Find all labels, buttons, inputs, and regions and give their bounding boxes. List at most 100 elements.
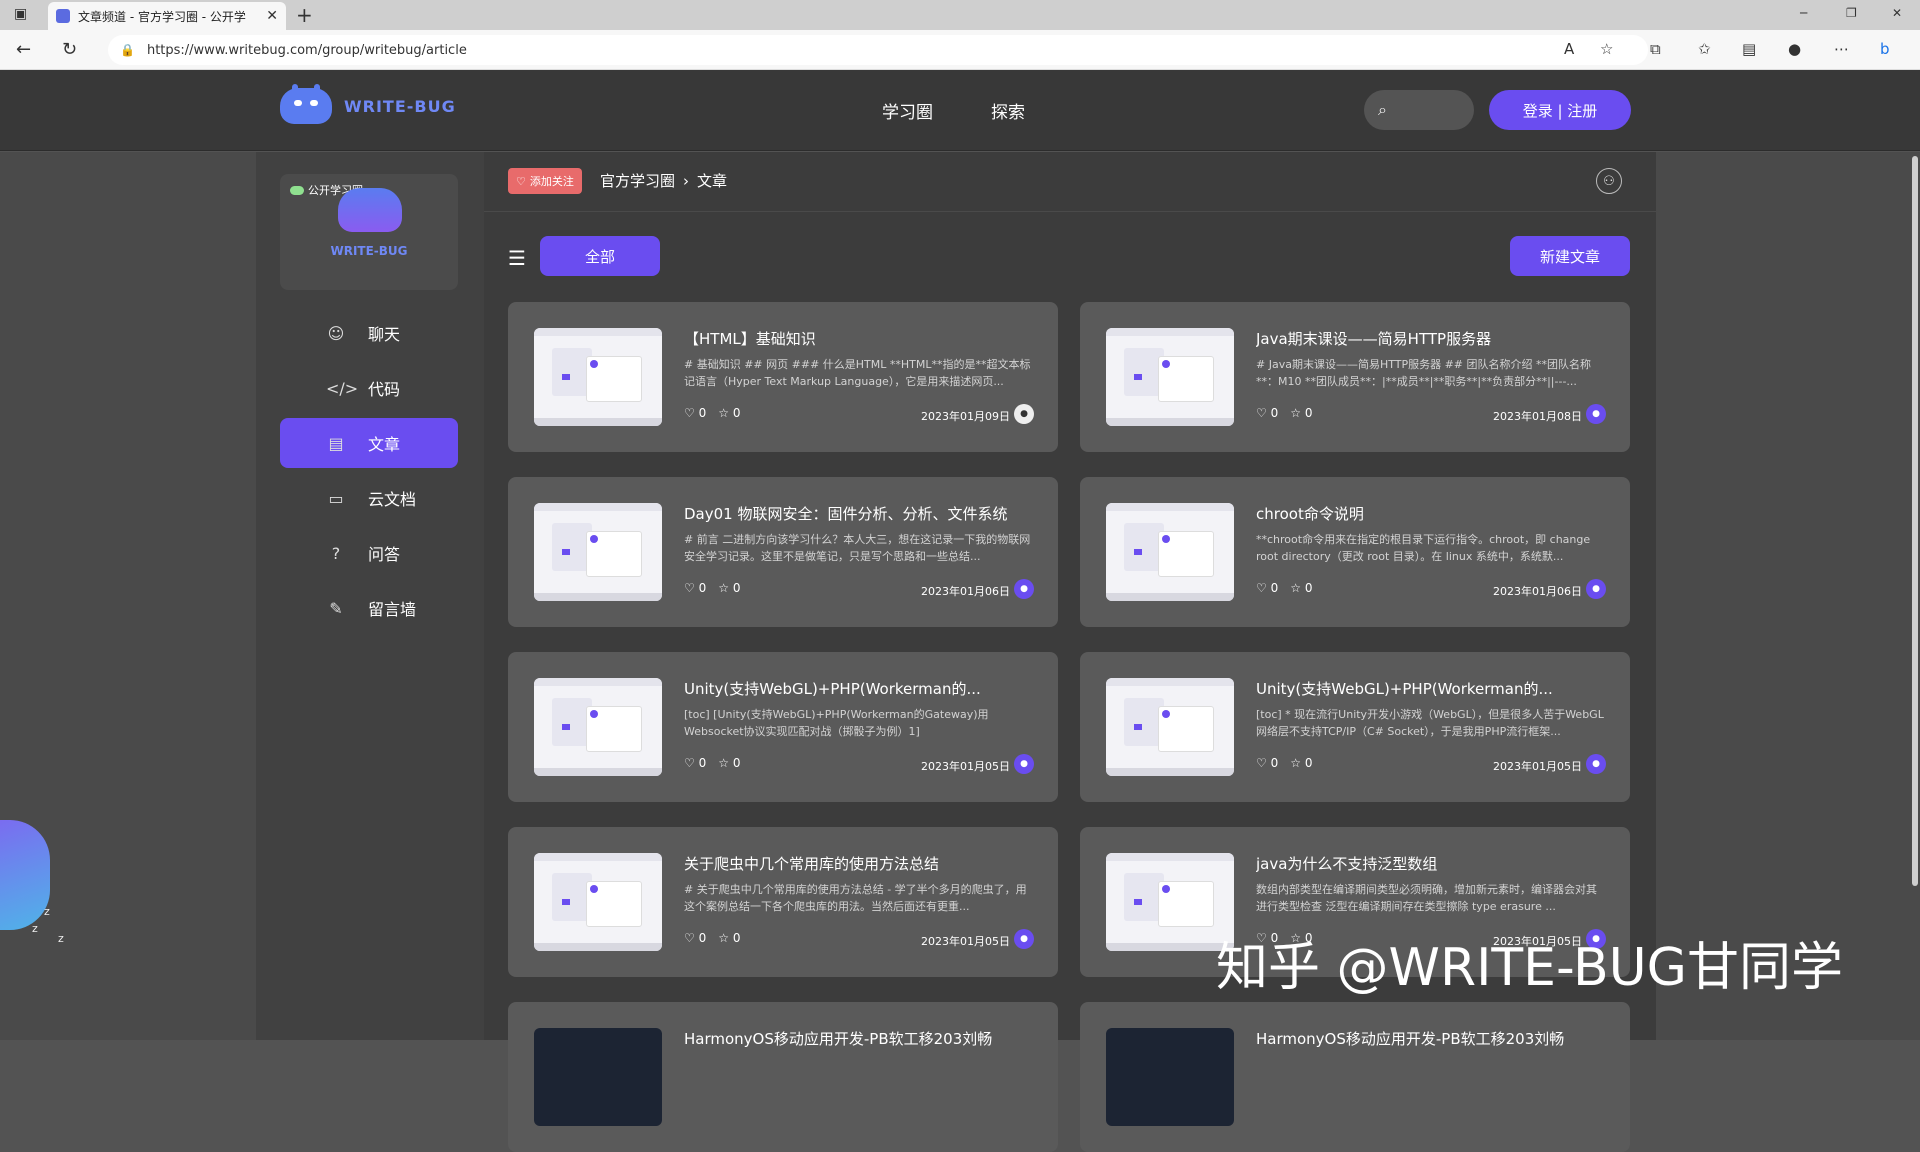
article-title[interactable]: 【HTML】基础知识 (684, 328, 1034, 349)
author-avatar[interactable]: ● (1014, 754, 1034, 774)
article-card[interactable]: Unity(支持WebGL)+PHP(Workerman的...[toc] * … (1080, 652, 1630, 802)
sidebar-item-chat[interactable]: ☺ 聊天 (280, 308, 458, 358)
lock-icon: 🔒 (120, 43, 135, 57)
article-title[interactable]: Java期末课设——简易HTTP服务器 (1256, 328, 1606, 349)
article-title[interactable]: chroot命令说明 (1256, 503, 1606, 524)
star-button[interactable]: ☆ 0 (718, 931, 740, 945)
like-button[interactable]: ♡ 0 (684, 581, 706, 595)
like-button[interactable]: ♡ 0 (684, 756, 706, 770)
nav-learning-circle[interactable]: 学习圈 (882, 98, 933, 123)
author-avatar[interactable]: ● (1586, 404, 1606, 424)
refresh-icon[interactable]: ↻ (62, 39, 77, 60)
article-title[interactable]: 关于爬虫中几个常用库的使用方法总结 (684, 853, 1034, 874)
article-thumbnail[interactable] (534, 678, 662, 776)
new-article-button[interactable]: 新建文章 (1510, 236, 1630, 276)
scrollbar[interactable] (1910, 152, 1920, 1040)
profile-icon[interactable]: ● (1788, 40, 1801, 58)
article-thumbnail[interactable] (534, 503, 662, 601)
sidebar-item-qa[interactable]: ? 问答 (280, 528, 458, 578)
search-button[interactable]: ⌕ (1364, 90, 1474, 130)
author-avatar[interactable]: ● (1586, 579, 1606, 599)
back-icon[interactable]: ← (16, 39, 31, 60)
group-card[interactable]: 公开学习圈 WRITE-BUG (280, 174, 458, 290)
author-avatar[interactable]: ● (1014, 929, 1034, 949)
favorites-icon[interactable]: ✩ (1698, 40, 1711, 58)
article-thumbnail[interactable] (534, 1028, 662, 1126)
window-close-icon[interactable]: ✕ (1892, 6, 1902, 20)
author-avatar[interactable]: ● (1014, 579, 1034, 599)
article-card[interactable]: 【HTML】基础知识# 基础知识 ## 网页 ### 什么是HTML **HTM… (508, 302, 1058, 452)
sidebar-item-cloud-docs[interactable]: ▭ 云文档 (280, 473, 458, 523)
menu-icon[interactable]: ☰ (508, 246, 526, 270)
article-card[interactable]: 关于爬虫中几个常用库的使用方法总结# 关于爬虫中几个常用库的使用方法总结 - 学… (508, 827, 1058, 977)
author-avatar[interactable]: ● (1586, 754, 1606, 774)
article-thumbnail[interactable] (1106, 678, 1234, 776)
favorite-add-icon[interactable]: ☆ (1600, 40, 1613, 58)
article-thumbnail[interactable] (1106, 1028, 1234, 1126)
star-button[interactable]: ☆ 0 (718, 581, 740, 595)
article-card[interactable]: HarmonyOS移动应用开发-PB软工移203刘畅 (508, 1002, 1058, 1152)
collections-icon[interactable]: ▤ (1742, 40, 1756, 58)
avatar-icon: ● (1020, 584, 1028, 594)
restore-icon[interactable]: ❐ (1846, 6, 1857, 20)
article-card[interactable]: HarmonyOS移动应用开发-PB软工移203刘畅 (1080, 1002, 1630, 1152)
browser-tab[interactable]: 文章频道 - 官方学习圈 - 公开学 ✕ (48, 2, 286, 30)
user-icon[interactable]: ⚇ (1596, 168, 1622, 194)
site-logo[interactable]: WRITE-BUG (280, 88, 456, 124)
like-button[interactable]: ♡ 0 (684, 406, 706, 420)
article-title[interactable]: java为什么不支持泛型数组 (1256, 853, 1606, 874)
article-thumbnail[interactable] (534, 853, 662, 951)
sidebar-item-message-wall[interactable]: ✎ 留言墙 (280, 583, 458, 633)
sidebar-item-label: 留言墙 (368, 596, 416, 620)
sidebar-item-label: 问答 (368, 541, 400, 565)
login-register-button[interactable]: 登录 | 注册 (1489, 90, 1631, 130)
nav-explore[interactable]: 探索 (991, 98, 1025, 123)
author-avatar[interactable]: ● (1014, 404, 1034, 424)
article-card[interactable]: Unity(支持WebGL)+PHP(Workerman的...[toc] [U… (508, 652, 1058, 802)
read-aloud-icon[interactable]: A (1564, 40, 1574, 58)
close-tab-icon[interactable]: ✕ (266, 8, 278, 24)
sidebar-item-article[interactable]: ▤ 文章 (280, 418, 458, 468)
article-excerpt: 数组内部类型在编译期间类型必须明确，增加新元素时，编译器会对其进行类型检查 泛型… (1256, 881, 1606, 915)
article-title[interactable]: HarmonyOS移动应用开发-PB软工移203刘畅 (684, 1028, 1034, 1049)
address-bar[interactable]: 🔒 https://www.writebug.com/group/writebu… (108, 35, 1648, 65)
star-count: 0 (1305, 581, 1313, 595)
more-icon[interactable]: ⋯ (1834, 40, 1849, 58)
article-card[interactable]: Java期末课设——简易HTTP服务器# Java期末课设——简易HTTP服务器… (1080, 302, 1630, 452)
article-card[interactable]: chroot命令说明**chroot命令用来在指定的根目录下运行指令。chroo… (1080, 477, 1630, 627)
chevron-right-icon: › (683, 172, 689, 190)
article-title[interactable]: Unity(支持WebGL)+PHP(Workerman的... (1256, 678, 1606, 699)
group-name: WRITE-BUG (280, 244, 458, 258)
article-thumbnail[interactable] (1106, 853, 1234, 951)
tab-actions-icon[interactable]: ▣ (14, 6, 27, 22)
new-tab-icon[interactable]: + (296, 3, 313, 27)
article-stats: ♡ 0 ☆ 0 (684, 931, 740, 945)
extensions-icon[interactable]: ⧉ (1650, 40, 1661, 58)
breadcrumb-group[interactable]: 官方学习圈 (600, 170, 675, 191)
article-title[interactable]: Unity(支持WebGL)+PHP(Workerman的... (684, 678, 1034, 699)
like-button[interactable]: ♡ 0 (1256, 756, 1278, 770)
article-card[interactable]: Day01 物联网安全：固件分析、分析、文件系统# 前言 二进制方向该学习什么？… (508, 477, 1058, 627)
filter-all-button[interactable]: 全部 (540, 236, 660, 276)
like-button[interactable]: ♡ 0 (684, 931, 706, 945)
star-icon: ☆ (1290, 756, 1301, 770)
like-button[interactable]: ♡ 0 (1256, 581, 1278, 595)
article-title[interactable]: HarmonyOS移动应用开发-PB软工移203刘畅 (1256, 1028, 1606, 1049)
star-button[interactable]: ☆ 0 (1290, 581, 1312, 595)
article-thumbnail[interactable] (1106, 328, 1234, 426)
star-button[interactable]: ☆ 0 (1290, 406, 1312, 420)
sidebar-item-code[interactable]: </> 代码 (280, 363, 458, 413)
star-button[interactable]: ☆ 0 (718, 756, 740, 770)
like-count: 0 (1271, 581, 1279, 595)
like-button[interactable]: ♡ 0 (1256, 406, 1278, 420)
follow-button[interactable]: ♡ 添加关注 (508, 168, 582, 194)
star-button[interactable]: ☆ 0 (718, 406, 740, 420)
star-button[interactable]: ☆ 0 (1290, 756, 1312, 770)
scrollbar-thumb[interactable] (1912, 156, 1918, 886)
bing-icon[interactable]: b (1880, 40, 1890, 58)
article-title[interactable]: Day01 物联网安全：固件分析、分析、文件系统 (684, 503, 1034, 524)
article-thumbnail[interactable] (534, 328, 662, 426)
article-thumbnail[interactable] (1106, 503, 1234, 601)
minimize-icon[interactable]: ─ (1800, 6, 1807, 20)
sidebar-item-label: 文章 (368, 431, 400, 455)
